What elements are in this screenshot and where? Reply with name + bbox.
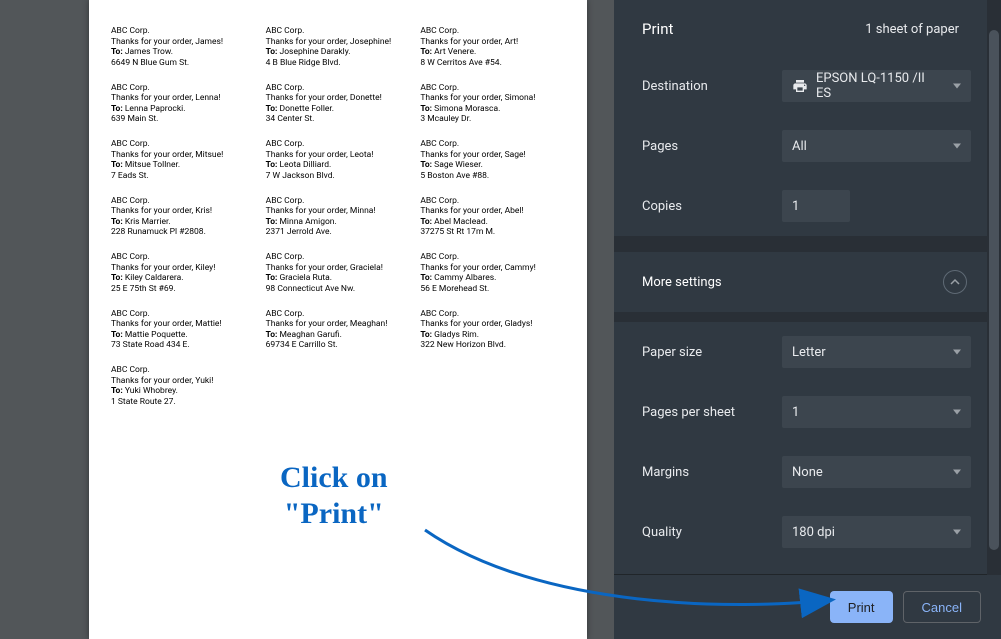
more-settings-toggle[interactable]: More settings — [614, 252, 987, 312]
pages-row: Pages All — [614, 116, 987, 176]
sheet-count: 1 sheet of paper — [865, 22, 959, 37]
copies-value: 1 — [792, 199, 799, 214]
address-label: ABC Corp.Thanks for your order, Kiley!To… — [111, 252, 256, 295]
quality-label: Quality — [642, 525, 782, 540]
address-label: ABC Corp.Thanks for your order, Mattie!T… — [111, 309, 256, 352]
copies-row: Copies 1 — [614, 176, 987, 236]
print-preview-pane: ABC Corp.Thanks for your order, James!To… — [0, 0, 614, 639]
collapse-icon — [943, 270, 967, 294]
address-label: ABC Corp.Thanks for your order, Leota!To… — [266, 139, 411, 182]
cancel-button[interactable]: Cancel — [903, 591, 981, 623]
pages-per-sheet-value: 1 — [792, 405, 799, 420]
cancel-button-label: Cancel — [922, 600, 962, 615]
address-label: ABC Corp.Thanks for your order, James!To… — [111, 26, 256, 69]
more-settings-label: More settings — [642, 275, 722, 290]
address-label: ABC Corp.Thanks for your order, Yuki!To:… — [111, 365, 256, 408]
address-label: ABC Corp.Thanks for your order, Meaghan!… — [266, 309, 411, 352]
scrollbar[interactable] — [987, 0, 1001, 575]
print-button[interactable]: Print — [830, 591, 893, 623]
print-title: Print — [642, 20, 673, 38]
address-label: ABC Corp.Thanks for your order, Abel!To:… — [420, 196, 565, 239]
panel-footer: Print Cancel — [614, 574, 1001, 639]
address-label: ABC Corp.Thanks for your order, Simona!T… — [420, 83, 565, 126]
address-label: ABC Corp.Thanks for your order, Donette!… — [266, 83, 411, 126]
printer-icon — [792, 78, 808, 94]
section-divider — [614, 312, 987, 322]
quality-select[interactable]: 180 dpi — [782, 516, 971, 548]
chevron-down-icon — [953, 350, 961, 355]
print-settings-panel: Print 1 sheet of paper Destination EPSON… — [614, 0, 1001, 639]
destination-label: Destination — [642, 79, 782, 94]
preview-page: ABC Corp.Thanks for your order, James!To… — [89, 0, 587, 639]
copies-input[interactable]: 1 — [782, 190, 850, 222]
chevron-down-icon — [953, 530, 961, 535]
pages-label: Pages — [642, 139, 782, 154]
destination-value: EPSON LQ-1150 /II ES — [816, 71, 941, 101]
section-divider — [614, 236, 987, 252]
paper-size-label: Paper size — [642, 345, 782, 360]
address-label: ABC Corp.Thanks for your order, Minna!To… — [266, 196, 411, 239]
print-button-label: Print — [848, 600, 875, 615]
address-label: ABC Corp.Thanks for your order, Kris!To:… — [111, 196, 256, 239]
paper-size-row: Paper size Letter — [614, 322, 987, 382]
chevron-down-icon — [953, 144, 961, 149]
address-label: ABC Corp.Thanks for your order, Art!To: … — [420, 26, 565, 69]
panel-header: Print 1 sheet of paper — [614, 0, 987, 56]
address-label: ABC Corp.Thanks for your order, Graciela… — [266, 252, 411, 295]
copies-label: Copies — [642, 199, 782, 214]
scrollbar-thumb[interactable] — [989, 30, 999, 550]
pages-per-sheet-label: Pages per sheet — [642, 405, 782, 420]
destination-row: Destination EPSON LQ-1150 /II ES — [614, 56, 987, 116]
address-label: ABC Corp.Thanks for your order, Josephin… — [266, 26, 411, 69]
chevron-down-icon — [953, 84, 961, 89]
margins-label: Margins — [642, 465, 782, 480]
address-label: ABC Corp.Thanks for your order, Sage!To:… — [420, 139, 565, 182]
pages-value: All — [792, 139, 807, 154]
quality-row: Quality 180 dpi — [614, 502, 987, 562]
address-label: ABC Corp.Thanks for your order, Lenna!To… — [111, 83, 256, 126]
margins-row: Margins None — [614, 442, 987, 502]
chevron-down-icon — [953, 410, 961, 415]
address-label: ABC Corp.Thanks for your order, Gladys!T… — [420, 309, 565, 352]
scale-row: Scale Default — [614, 562, 987, 574]
quality-value: 180 dpi — [792, 525, 835, 540]
margins-value: None — [792, 465, 823, 480]
paper-size-select[interactable]: Letter — [782, 336, 971, 368]
address-label: ABC Corp.Thanks for your order, Cammy!To… — [420, 252, 565, 295]
address-label: ABC Corp.Thanks for your order, Mitsue!T… — [111, 139, 256, 182]
destination-select[interactable]: EPSON LQ-1150 /II ES — [782, 70, 971, 102]
margins-select[interactable]: None — [782, 456, 971, 488]
paper-size-value: Letter — [792, 345, 826, 360]
pages-per-sheet-row: Pages per sheet 1 — [614, 382, 987, 442]
pages-select[interactable]: All — [782, 130, 971, 162]
chevron-down-icon — [953, 470, 961, 475]
pages-per-sheet-select[interactable]: 1 — [782, 396, 971, 428]
